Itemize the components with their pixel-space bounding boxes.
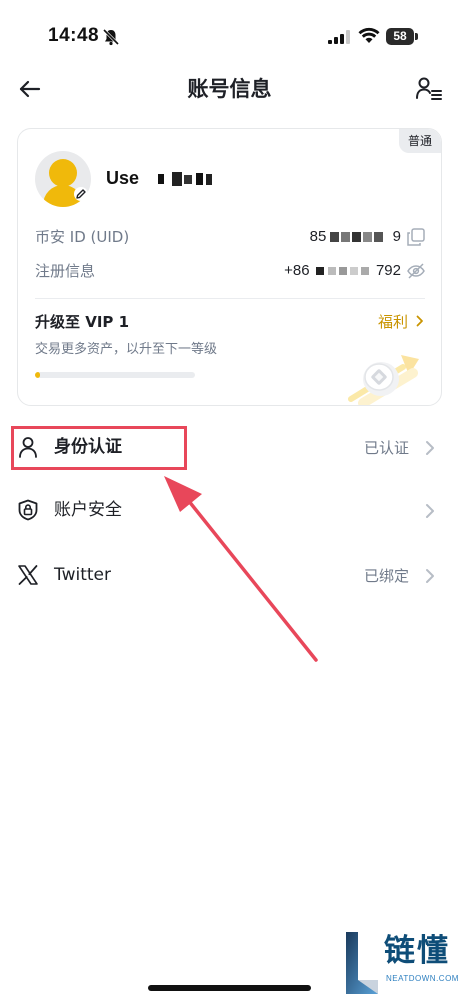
verification-status: 已认证 [363,439,409,457]
chevron-right-icon [426,441,434,455]
tier-badge: 普通 [398,129,441,153]
shield-lock-icon [18,499,38,521]
vip-description: 交易更多资产，以升至下一等级 [35,342,218,357]
coin-illustration [348,355,419,405]
watermark-brand: 链懂 [384,933,450,969]
battery-icon: 58 [386,28,418,45]
x-logo-icon [18,565,38,585]
benefits-link[interactable]: 福利 [378,310,424,334]
bell-slash-icon [102,28,120,46]
vip-progress-bar [35,372,195,378]
uid-mask [330,232,384,243]
chevron-right-icon [426,504,434,518]
uid-row: 币安 ID (UID) 85 9 [35,225,425,249]
chevron-right-icon [416,310,424,334]
annotation-highlight-box [11,426,187,470]
menu-item-twitter[interactable]: Twitter 已绑定 [0,548,459,604]
menu-item-label: Twitter [54,565,111,585]
watermark-domain: NEATDOWN.COM [386,974,459,983]
home-indicator[interactable] [148,985,311,991]
eye-slash-icon[interactable] [407,262,425,280]
signal-icon [328,30,350,44]
uid-value: 85 9 [309,228,401,245]
username: Use [106,168,140,188]
copy-icon[interactable] [407,228,425,246]
divider [35,298,425,299]
username-mask [158,172,212,186]
status-time: 14:48 [48,25,100,46]
status-bar: 14:48 58 [0,0,459,74]
battery-level: 58 [386,28,414,45]
account-card: 普通 Use 币安 ID (UID) 85 9 注册信息 +86 792 升级至… [17,128,442,406]
menu-item-label: 账户安全 [54,500,122,520]
wifi-icon [358,27,380,43]
watermark-logo: 链懂 NEATDOWN.COM [344,930,458,996]
user-list-icon[interactable] [415,76,443,102]
phone-mask [315,267,369,276]
register-value: +86 792 [284,262,401,279]
menu-item-account-security[interactable]: 账户安全 [0,483,459,539]
register-row: 注册信息 +86 792 [35,259,425,283]
uid-label: 币安 ID (UID) [35,228,130,246]
page-title: 账号信息 [187,77,272,101]
chevron-right-icon [426,569,434,583]
vip-upgrade-title: 升级至 VIP 1 [35,313,130,331]
watermark-l-mark [346,932,378,994]
vip-progress-fill [35,372,40,378]
twitter-status: 已绑定 [363,567,409,585]
register-label: 注册信息 [35,262,96,280]
pencil-icon[interactable] [74,187,88,201]
